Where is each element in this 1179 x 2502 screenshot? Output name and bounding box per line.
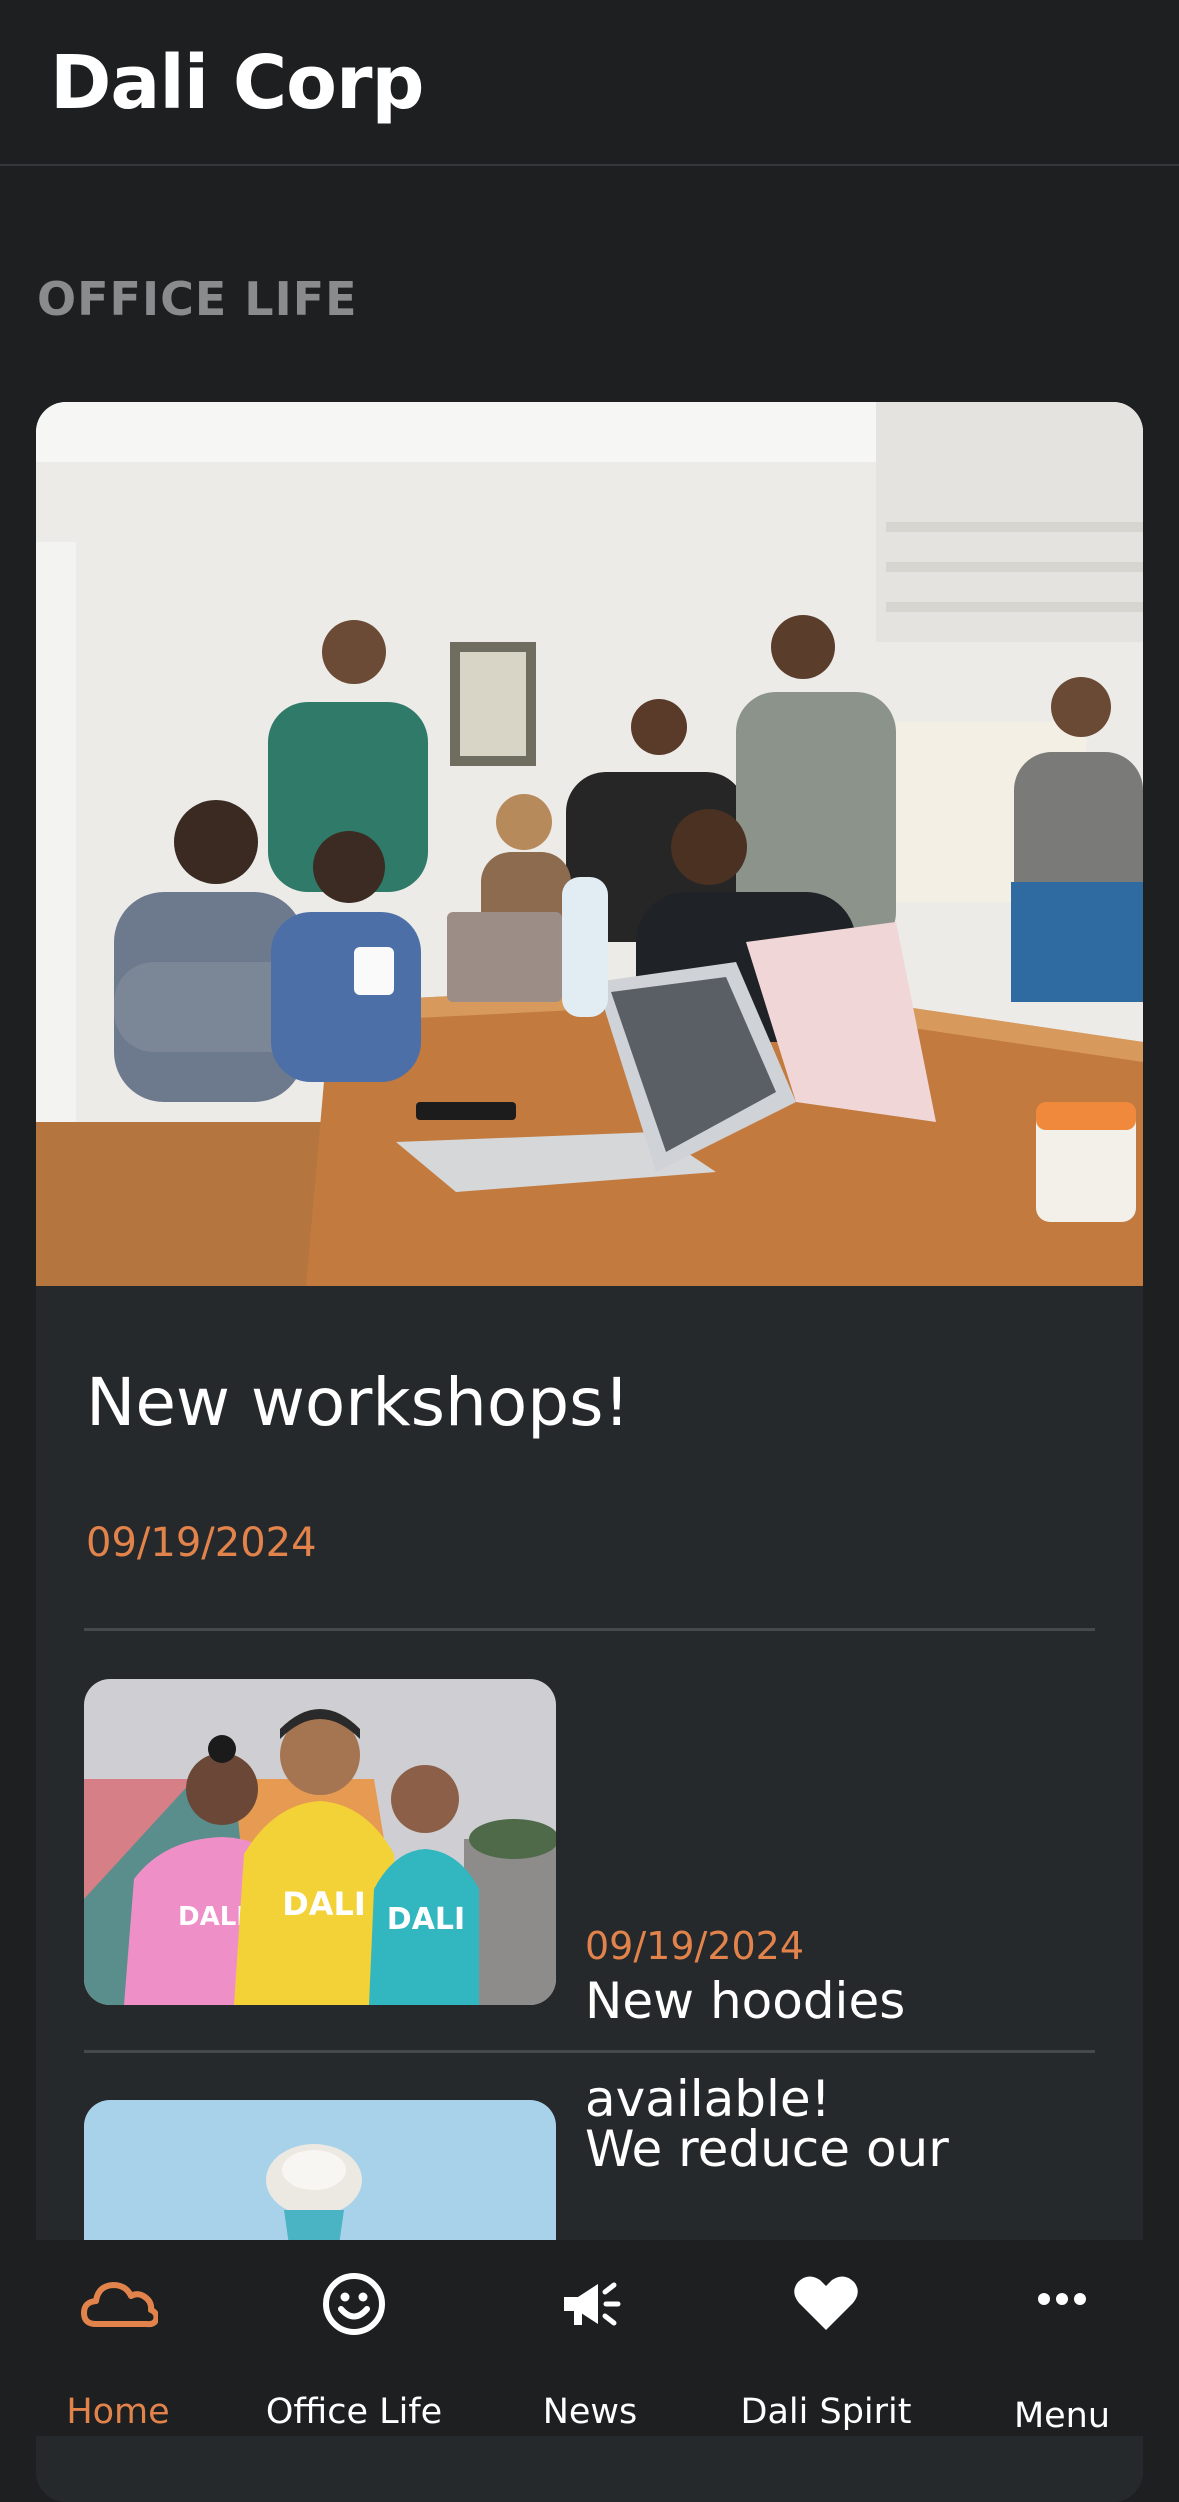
nav-label: Menu [1013, 2396, 1111, 2436]
heart-icon [794, 2276, 858, 2330]
nav-label: Home [66, 2392, 170, 2432]
nav-label: Office Life [265, 2392, 443, 2432]
nav-item-dali-spirit[interactable]: Dali Spirit [708, 2240, 944, 2436]
nav-label: News [542, 2392, 638, 2432]
nav-item-home[interactable]: Home [0, 2240, 236, 2436]
app-header: Dali Corp [0, 0, 1179, 166]
svg-text:DALI: DALI [387, 1902, 465, 1937]
nav-item-news[interactable]: News [472, 2240, 708, 2436]
hero-date: 09/19/2024 [86, 1520, 317, 1566]
app-title: Dali Corp [50, 40, 424, 126]
divider [84, 1628, 1095, 1631]
feed-card: New workshops! 09/19/2024 DALI DALI DALI… [36, 402, 1143, 2502]
hero-title[interactable]: New workshops! [86, 1364, 630, 1441]
nav-item-menu[interactable]: Menu [944, 2240, 1179, 2436]
hero-image[interactable] [36, 402, 1143, 1286]
divider [84, 2050, 1095, 2053]
section-title: OFFICE LIFE [37, 272, 358, 326]
svg-text:DALI: DALI [282, 1885, 366, 1923]
megaphone-icon [564, 2282, 621, 2326]
nav-label: Dali Spirit [740, 2392, 912, 2432]
nav-item-office-life[interactable]: Office Life [236, 2240, 472, 2436]
item-date: 09/19/2024 [585, 1924, 805, 1968]
more-icon [1038, 2293, 1086, 2305]
hoodies-thumbnail[interactable]: DALI DALI DALI [84, 1679, 556, 2005]
smiley-icon [323, 2273, 385, 2335]
cloud-icon [81, 2282, 158, 2328]
item-title[interactable]: We reduce our [585, 2100, 1105, 2198]
svg-text:DALI: DALI [178, 1902, 246, 1932]
bottom-navigation: Home Office Life News Dali Spirit Menu [0, 2240, 1179, 2436]
